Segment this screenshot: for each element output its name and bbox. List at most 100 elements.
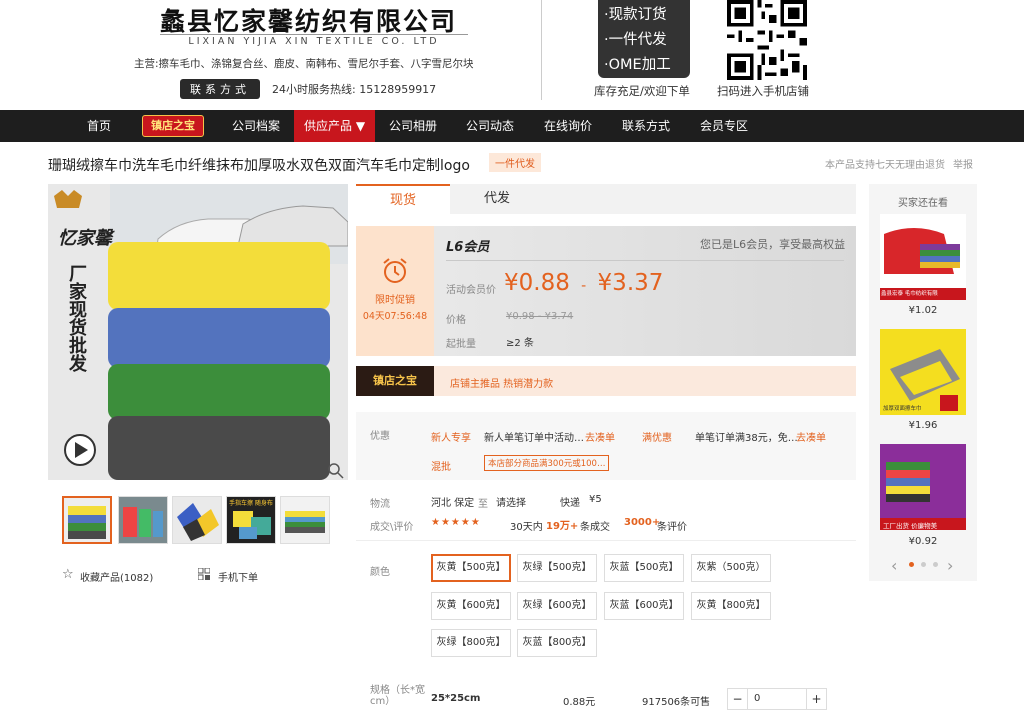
activity-price-high: ¥3.37 — [597, 270, 664, 296]
qr-code-icon[interactable] — [724, 0, 810, 80]
color-option[interactable]: 灰绿【500克】 — [517, 554, 597, 582]
nav-company-profile[interactable]: 公司档案 — [232, 110, 280, 142]
chevron-right-icon[interactable]: › — [947, 556, 953, 575]
color-option[interactable]: 灰黄【500克】 — [431, 554, 511, 582]
logistics-label: 物流 — [370, 499, 390, 510]
thumbnail-4[interactable]: 手指车擦 随身布 — [226, 496, 276, 544]
company-english-name: LIXIAN YIJIA XIN TEXTILE CO. LTD — [160, 34, 468, 47]
deals-count: 19万+ — [546, 521, 579, 532]
moq-value: ≥2 条 — [506, 338, 534, 349]
countdown: 04天07:56:48 — [362, 311, 428, 322]
header-divider — [541, 0, 542, 100]
reviews-count[interactable]: 3000+ — [624, 517, 660, 528]
color-option[interactable]: 灰绿【800克】 — [431, 629, 511, 657]
chevron-left-icon[interactable]: ‹ — [891, 556, 897, 575]
color-option[interactable]: 灰黄【600克】 — [431, 592, 511, 620]
member-info: 您已是L6会员，享受最高权益 — [700, 238, 846, 251]
destination-select[interactable]: 请选择 — [496, 494, 526, 509]
original-price: ¥0.98 - ¥3.74 — [506, 311, 574, 322]
logistics-from: 河北 保定 — [431, 498, 475, 509]
spec-stock: 917506条可售 — [642, 697, 711, 708]
go-coupon-2[interactable]: 去凑单 — [796, 429, 826, 444]
spec-size: 25*25cm — [431, 693, 481, 704]
thumbnail-5[interactable] — [280, 496, 330, 544]
price-label: 价格 — [446, 315, 466, 326]
top-nav: 首页 镇店之宝 公司档案 供应产品 ▼ 公司相册 公司动态 在线询价 联系方式 … — [0, 110, 1024, 142]
star-icon[interactable]: ☆ — [62, 567, 74, 582]
nav-home[interactable]: 首页 — [87, 110, 111, 142]
carousel-dot[interactable] — [933, 562, 938, 567]
recommend-item-2-image[interactable] — [880, 329, 966, 415]
nav-members[interactable]: 会员专区 — [700, 110, 748, 142]
main-products: 主营:擦车毛巾、涤锦复合丝、鹿皮、南韩布、雪尼尔手套、八字雪尼尔块 — [134, 58, 474, 70]
color-option[interactable]: 灰绿【600克】 — [517, 592, 597, 620]
color-label: 颜色 — [370, 567, 390, 578]
contact-button[interactable]: 联系方式 — [180, 79, 260, 99]
quantity-stepper: − 0 + — [727, 688, 827, 710]
play-icon[interactable] — [64, 434, 94, 464]
carousel-dot-active[interactable] — [909, 562, 914, 567]
color-option[interactable]: 灰黄【800克】 — [691, 592, 771, 620]
color-option[interactable]: 灰紫（500克） — [691, 554, 771, 582]
newcomer-text: 新人单笔订单中活动… — [484, 433, 584, 444]
hotline: 24小时服务热线: 15128959917 — [272, 83, 437, 96]
recommend-item-1-caption: 蠡县宏泰 毛巾纺织有限 — [881, 291, 938, 297]
nav-contact[interactable]: 联系方式 — [622, 110, 670, 142]
color-option[interactable]: 灰蓝【800克】 — [517, 629, 597, 657]
go-coupon-1[interactable]: 去凑单 — [585, 429, 615, 444]
alarm-clock-icon — [383, 258, 407, 283]
carousel-dot[interactable] — [921, 562, 926, 567]
nav-products[interactable]: 供应产品 ▼ — [294, 110, 376, 142]
nav-treasure[interactable]: 镇店之宝 — [142, 115, 204, 137]
recommend-item-3-image[interactable] — [880, 444, 966, 530]
tab-in-stock[interactable]: 现货 — [356, 184, 450, 214]
recommend-item-1-image[interactable] — [880, 214, 966, 300]
decrease-button[interactable]: − — [728, 689, 748, 709]
badge-line-2: ·一件代发 — [604, 32, 667, 48]
quantity-input[interactable]: 0 — [754, 689, 760, 709]
guarantee-text: 本产品支持七天无理由退货 — [825, 160, 945, 171]
slogan-text: 厂家现货批发 — [66, 264, 87, 372]
mobile-order[interactable]: 手机下单 — [218, 569, 258, 584]
color-option[interactable]: 灰蓝【600克】 — [604, 592, 684, 620]
promo-title: 限时促销 — [375, 295, 415, 306]
spec-label: 规格（长*宽cm） — [370, 685, 425, 707]
rating-stars: ★★★★★ — [431, 517, 481, 528]
increase-button[interactable]: + — [806, 689, 826, 709]
mixed-text[interactable]: 本店部分商品满300元或100… — [484, 455, 610, 471]
nav-news[interactable]: 公司动态 — [466, 110, 514, 142]
sidebar-title: 买家还在看 — [898, 198, 948, 209]
recommend-item-3-price: ¥0.92 — [908, 536, 938, 547]
logistics-to-label: 至 — [478, 499, 488, 510]
thumbnail-3[interactable] — [172, 496, 222, 544]
activity-price-dash: - — [581, 278, 587, 294]
reviews-suffix[interactable]: 条评价 — [657, 518, 687, 533]
recommend-sidebar: 买家还在看 蠡县宏泰 毛巾纺织有限 ¥1.02 加厚双面擦车巾 ¥1.96 工厂… — [869, 184, 977, 581]
thumbnail-2[interactable] — [118, 496, 168, 544]
zoom-icon[interactable] — [328, 464, 342, 478]
grid-icon[interactable] — [198, 568, 210, 580]
activity-price: ¥0.88 - ¥3.37 — [504, 270, 663, 296]
stock-text: 库存充足/欢迎下单 — [594, 84, 690, 98]
spec-price: 0.88元 — [563, 697, 596, 708]
express-fee: ¥5 — [589, 494, 602, 505]
report-link[interactable]: 举报 — [953, 156, 973, 171]
divider — [356, 540, 856, 541]
nav-inquiry[interactable]: 在线询价 — [544, 110, 592, 142]
favorite-count[interactable]: 收藏产品(1082) — [80, 569, 153, 584]
recommend-item-1-price: ¥1.02 — [908, 305, 938, 316]
treasure-badge: 镇店之宝 — [356, 366, 434, 396]
service-badge: ·现款订货 ·一件代发 ·OME加工 — [598, 0, 690, 78]
nav-album[interactable]: 公司相册 — [389, 110, 437, 142]
dropship-tag: 一件代发 — [489, 153, 541, 172]
badge-line-1: ·现款订货 — [604, 7, 667, 23]
color-option[interactable]: 灰蓝【500克】 — [604, 554, 684, 582]
activity-price-label: 活动会员价 — [446, 285, 496, 296]
activity-price-low: ¥0.88 — [504, 270, 570, 296]
full-discount-text: 单笔订单满38元，免… — [695, 433, 798, 444]
express-label: 快递 — [560, 498, 580, 509]
company-name: 蠡县忆家馨纺织有限公司 — [160, 7, 458, 36]
member-level: L6会员 — [446, 240, 490, 255]
thumbnail-1[interactable] — [62, 496, 112, 544]
tab-dropship[interactable]: 代发 — [450, 184, 544, 214]
